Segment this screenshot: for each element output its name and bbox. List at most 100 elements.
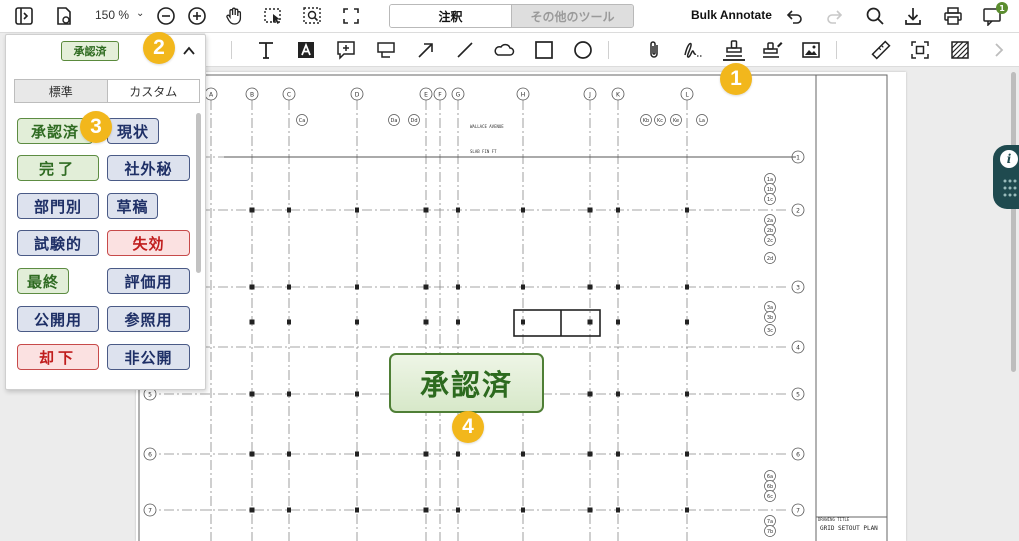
grid-subrow-label: 3c <box>767 328 773 334</box>
marquee-zoom-icon[interactable] <box>302 5 322 27</box>
grid-column-label: E <box>424 92 428 99</box>
drag-handle-icon[interactable] <box>1001 177 1019 199</box>
callout-marker-1: 1 <box>720 63 752 95</box>
zoom-out-icon[interactable] <box>156 5 176 27</box>
select-area-icon[interactable] <box>263 5 283 27</box>
cloud-icon[interactable] <box>493 39 515 61</box>
stamp-confidential[interactable]: 社外秘 <box>107 155 190 181</box>
annotation-toolbar <box>205 33 1019 67</box>
stamp-panel-scrollbar[interactable] <box>196 113 201 273</box>
toolbar-divider <box>836 41 837 59</box>
redact-icon[interactable] <box>949 39 971 61</box>
grid-subcolumn-label: Kc <box>657 118 663 124</box>
stamp-completed[interactable]: 完了 <box>17 155 99 181</box>
grid-row-label: 2 <box>796 208 800 215</box>
structural-column-mark <box>587 319 593 325</box>
placed-stamp-approved[interactable]: 承認済 <box>389 353 544 413</box>
grid-subrow-label: 6a <box>767 474 773 480</box>
pan-hand-icon[interactable] <box>224 5 244 27</box>
tab-annotate[interactable]: 注釈 <box>390 5 511 27</box>
structural-column-mark <box>521 207 525 213</box>
stamp-rejected[interactable]: 却下 <box>17 344 99 370</box>
text-tool-icon[interactable] <box>255 39 277 61</box>
structural-column-mark <box>355 507 359 513</box>
attachment-icon[interactable] <box>643 39 665 61</box>
grid-subrow-label: 7a <box>767 519 773 525</box>
stamp-for-public-release[interactable]: 公開用 <box>17 306 99 332</box>
stamp-as-is[interactable]: 現状 <box>107 118 159 144</box>
grid-subrow-label: 2b <box>767 228 773 234</box>
structural-column-mark <box>249 451 255 457</box>
structural-column-mark <box>587 284 593 290</box>
undo-icon[interactable] <box>784 5 804 27</box>
structural-column-mark <box>287 391 291 397</box>
zoom-level[interactable]: 150 % <box>95 8 129 22</box>
custom-stamp-icon[interactable] <box>762 39 784 61</box>
title-block-top: DRAWING TITLE <box>818 517 850 522</box>
redo-icon[interactable] <box>825 5 845 27</box>
structural-column-mark <box>456 507 460 513</box>
toggle-sidebar-icon[interactable] <box>14 5 34 27</box>
stamp-departmental[interactable]: 部門別 <box>17 193 99 219</box>
print-icon[interactable] <box>943 5 963 27</box>
stamp-final[interactable]: 最終 <box>17 268 69 294</box>
grid-subrow-label: 3a <box>767 305 773 311</box>
text-box-icon[interactable] <box>295 39 317 61</box>
measure-icon[interactable] <box>870 39 892 61</box>
stamp-information-only[interactable]: 参照用 <box>107 306 190 332</box>
grid-subrow-label: 7b <box>767 529 773 535</box>
grid-subrow-label: 6c <box>767 494 773 500</box>
grid-subrow-label: 6b <box>767 484 773 490</box>
grid-row-label: 3 <box>796 285 800 292</box>
info-icon[interactable]: i <box>1000 150 1018 168</box>
structural-column-mark <box>616 451 620 457</box>
grid-subcolumn-label: Dd <box>410 118 417 124</box>
structural-column-mark <box>456 207 460 213</box>
crop-icon[interactable] <box>909 39 931 61</box>
stamp-panel-header[interactable]: 承認済 <box>6 35 205 69</box>
stamp-experimental[interactable]: 試験的 <box>17 230 99 256</box>
stamp-icon[interactable] <box>723 39 745 61</box>
tab-standard[interactable]: 標準 <box>15 80 107 102</box>
stamp-for-comment[interactable]: 評価用 <box>107 268 190 294</box>
comment-icon[interactable] <box>335 39 357 61</box>
image-icon[interactable] <box>800 39 822 61</box>
grid-column-label: J <box>588 92 591 99</box>
grid-subrow-label: 2d <box>767 256 773 262</box>
ellipse-icon[interactable] <box>572 39 594 61</box>
structural-column-mark <box>249 207 255 213</box>
document-settings-icon[interactable] <box>54 5 74 27</box>
bulk-annotate-button[interactable]: Bulk Annotate <box>691 8 772 22</box>
chevron-right-icon[interactable] <box>988 39 1010 61</box>
zoom-in-icon[interactable] <box>187 5 207 27</box>
structural-column-mark <box>423 284 429 290</box>
signature-icon[interactable] <box>682 39 704 61</box>
document-scrollbar[interactable] <box>1011 72 1016 372</box>
chevron-up-icon[interactable] <box>182 43 196 62</box>
search-icon[interactable] <box>865 5 885 27</box>
rectangle-icon[interactable] <box>533 39 555 61</box>
fullscreen-icon[interactable] <box>341 5 361 27</box>
structural-column-mark <box>355 391 359 397</box>
callout-icon[interactable] <box>375 39 397 61</box>
tab-other-tools[interactable]: その他のツール <box>511 5 633 27</box>
structural-column-mark <box>685 319 689 325</box>
structural-column-mark <box>616 391 620 397</box>
grid-subcolumn-label: Kb <box>643 118 649 124</box>
structural-column-mark <box>456 451 460 457</box>
line-icon[interactable] <box>454 39 476 61</box>
tab-custom[interactable]: カスタム <box>106 80 199 102</box>
zoom-dropdown-icon[interactable]: ⌄ <box>136 8 144 19</box>
grid-subrow-label: 2a <box>767 218 773 224</box>
download-icon[interactable] <box>903 5 923 27</box>
stamp-not-for-public-release[interactable]: 非公開 <box>107 344 190 370</box>
stamp-draft[interactable]: 草稿 <box>107 193 158 219</box>
mode-switcher: 注釈 その他のツール <box>389 4 634 28</box>
grid-subcolumn-label: Ca <box>299 118 306 124</box>
selected-stamp-preview[interactable]: 承認済 <box>61 41 119 61</box>
structural-column-mark <box>587 451 593 457</box>
structural-column-mark <box>685 451 689 457</box>
arrow-icon[interactable] <box>415 39 437 61</box>
drawing-page[interactable]: ABCDEFGHJKLCaDaDdKbKcKeLa 11223344556677… <box>136 72 906 541</box>
stamp-expired[interactable]: 失効 <box>107 230 190 256</box>
